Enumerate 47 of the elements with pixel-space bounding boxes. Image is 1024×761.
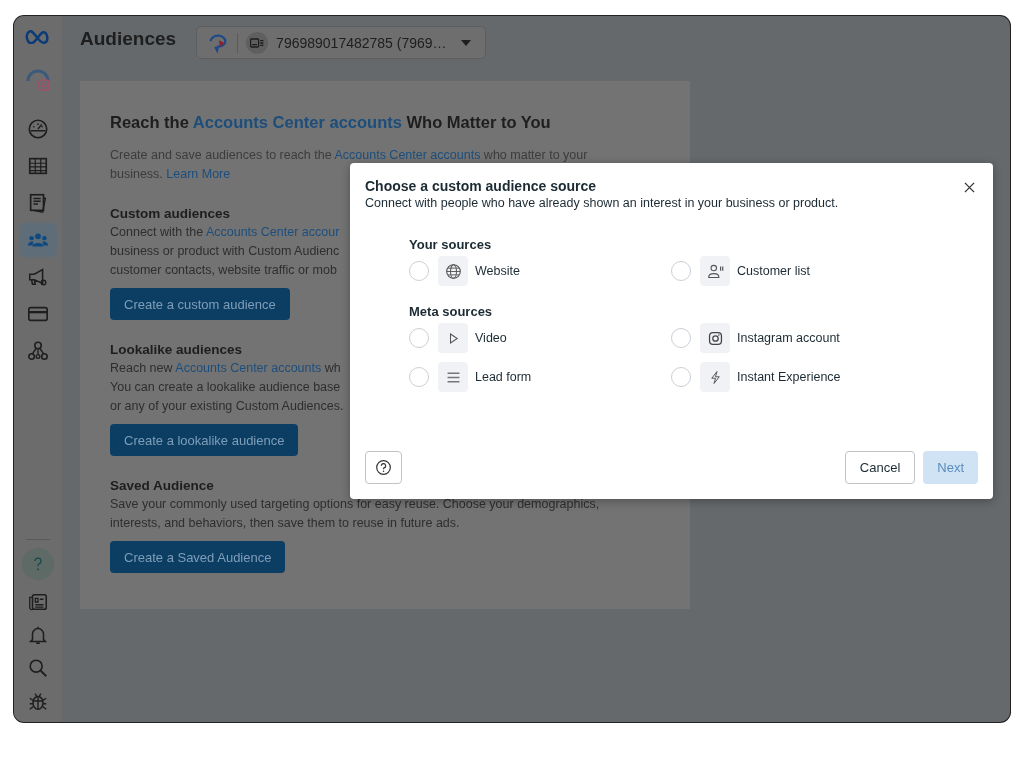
table-icon [27,155,49,177]
dialog-subtitle: Connect with people who have already shown an interest in your business or product. [365,196,839,210]
create-audience-button[interactable]: Create a lookalike audience [110,424,299,456]
create-audience-button[interactable]: Create a Saved Audience [110,541,286,573]
group-title: Meta sources [409,304,494,319]
close-icon[interactable] [964,182,975,193]
option-label: Video [475,331,507,345]
caret-icon [460,39,471,46]
option-label: Customer list [737,264,810,278]
network-icon [27,340,49,362]
sidebar-nav-item[interactable] [19,223,57,257]
inline-link[interactable]: Accounts Center accour [205,225,340,239]
inline-link[interactable]: Learn More [166,167,231,181]
card-heading: Reach the Accounts Center accounts Who Matter to You [110,113,552,132]
section-title: Custom audiences [110,205,232,223]
option-label: Instagram account [737,331,840,345]
cancel-button[interactable]: Cancel [844,451,916,484]
option-label: Instant Experience [737,370,841,384]
news-icon[interactable] [27,591,49,613]
option-label: Website [475,264,520,278]
help-button[interactable] [365,451,402,484]
inline-link[interactable]: Accounts Center accounts [175,361,322,375]
megaphone-icon [27,266,49,288]
create-audience-button[interactable]: Create a custom audience [110,288,290,320]
group-title: Your sources [409,237,493,252]
ad-account-icon [246,31,269,54]
gauge-icon [27,118,49,140]
meta-logo-icon[interactable] [25,28,51,44]
person-list-icon [700,256,730,286]
option-label: Lead form [475,370,532,384]
section-description: Save your commonly used targeting options for easy reuse. Choose your demographics, interests, and behaviors, then save them to reuse in future ads. [110,496,601,532]
bell-icon[interactable] [27,624,49,646]
pages-icon [27,192,49,214]
globe-icon [438,256,468,286]
inline-link[interactable]: Accounts Center accounts [334,148,481,162]
help-icon [375,459,392,476]
play-icon [438,323,468,353]
heading-link[interactable]: Accounts Center accounts [192,113,402,131]
camera-icon [700,323,730,353]
search-icon[interactable] [27,657,49,679]
page-title: Audiences [80,28,177,50]
account-selector[interactable]: 796989017482785 (7969… [196,26,486,59]
lines-icon [438,362,468,392]
dialog-title: Choose a custom audience source [365,178,598,194]
section-title: Lookalike audiences [110,341,244,359]
section-title: Saved Audience [110,477,215,495]
lightning-icon [700,362,730,392]
